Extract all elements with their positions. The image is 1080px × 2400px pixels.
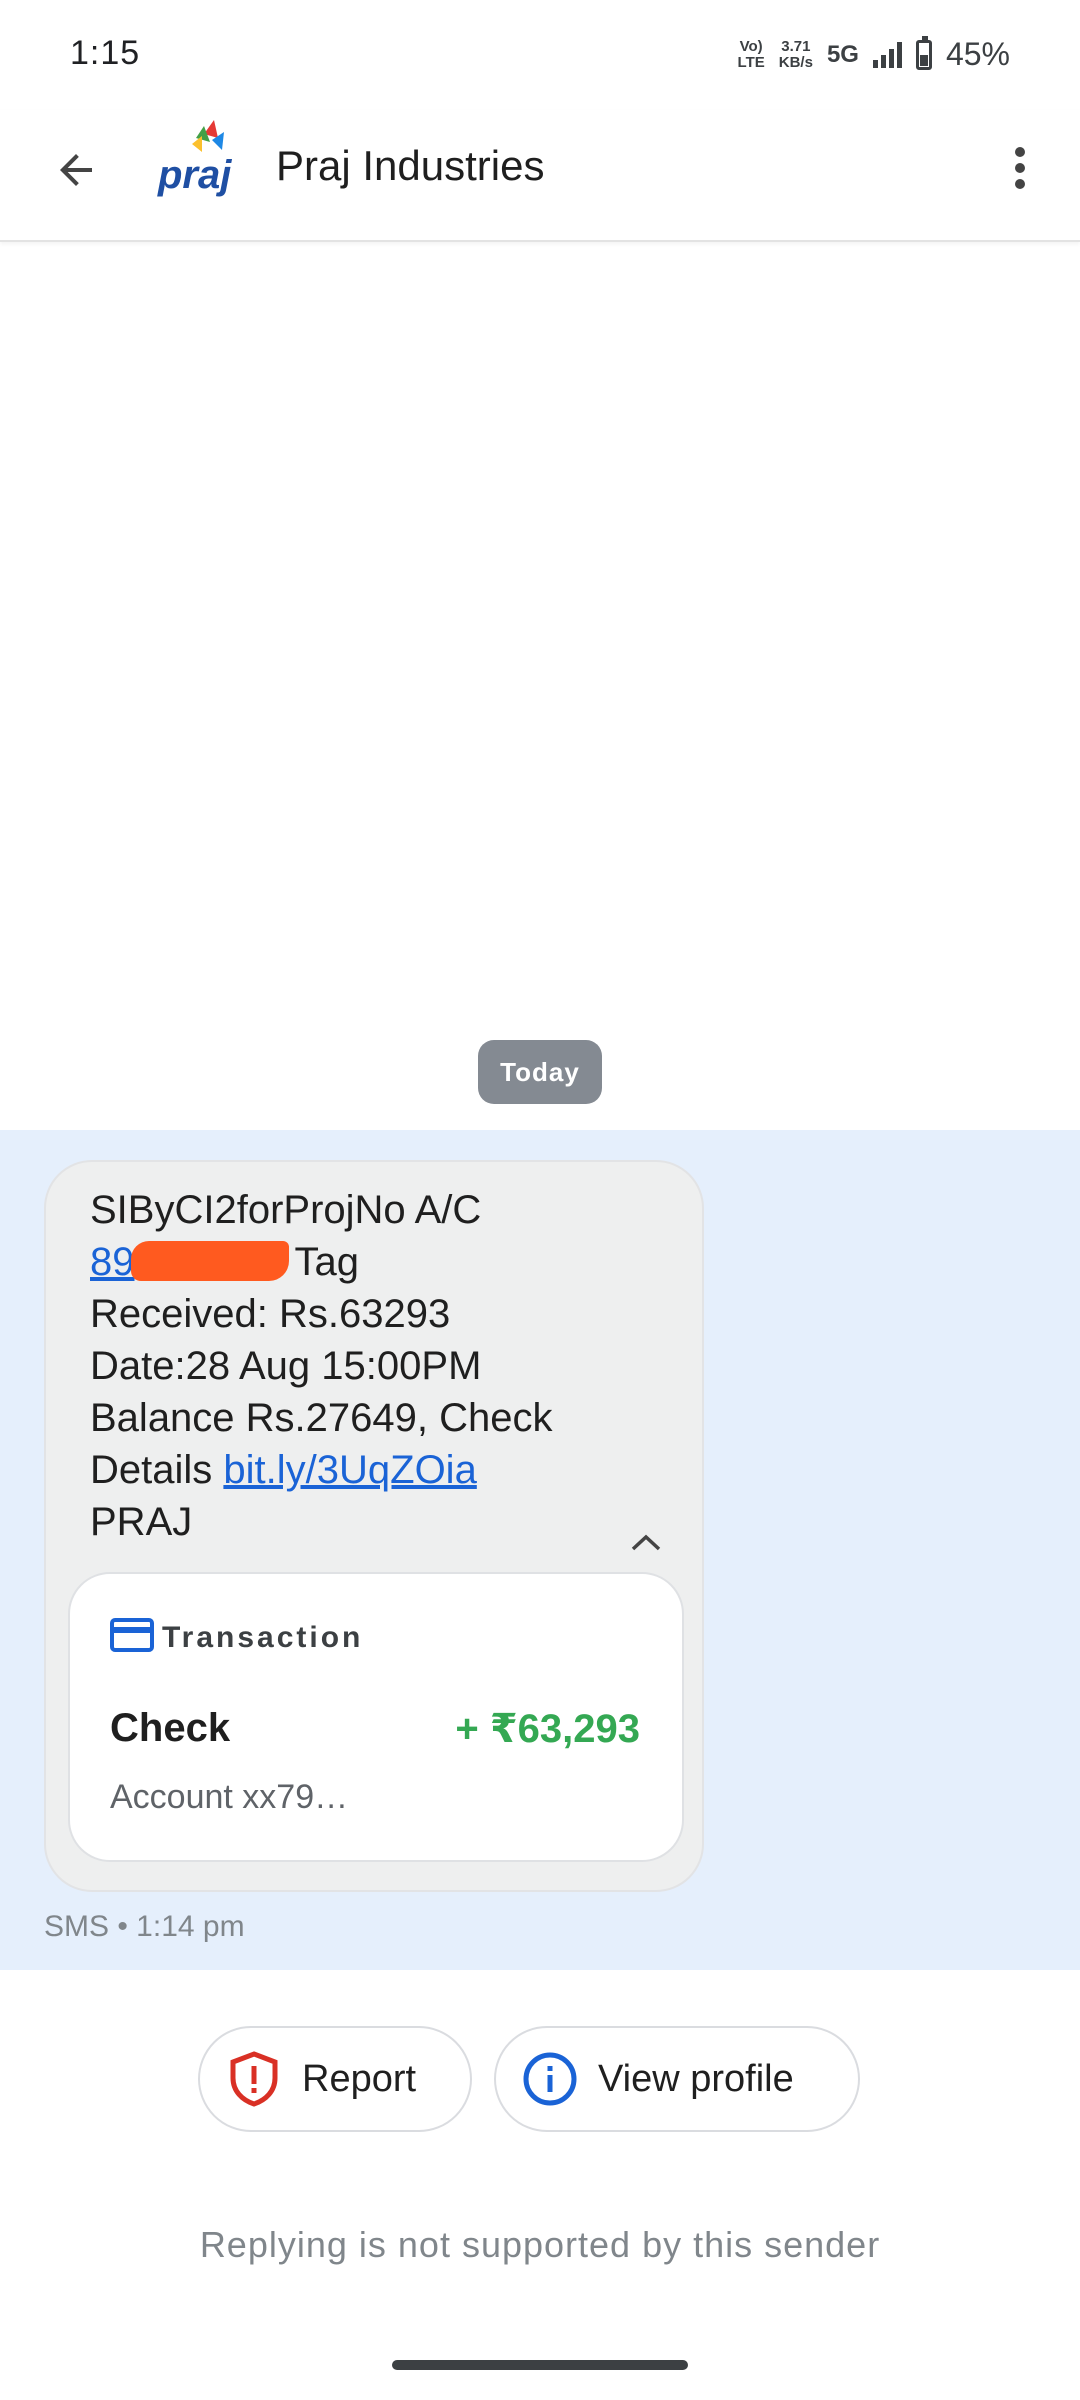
message-line: Details bit.ly/3UqZOia — [90, 1444, 650, 1496]
info-icon — [522, 2051, 578, 2107]
card-header: Transaction — [110, 1618, 363, 1657]
transaction-amount: + ₹63,293 — [455, 1707, 640, 1751]
chevron-up-icon[interactable] — [626, 1522, 666, 1562]
view-profile-label: View profile — [598, 2057, 794, 2100]
message-line: Received: Rs.63293 — [90, 1292, 451, 1336]
app-bar: praj Praj Industries — [0, 110, 1080, 242]
transaction-card[interactable]: Transaction Check + ₹63,293 Account xx79… — [68, 1572, 684, 1862]
redaction-mark — [130, 1241, 289, 1281]
speed-unit: KB/s — [778, 53, 813, 71]
message-text: SIByCI2forProjNo A/C 89 Tag Received: Rs.… — [90, 1184, 650, 1548]
transaction-account: Account xx79… — [110, 1778, 349, 1816]
message-line: Date:28 Aug 15:00PM — [90, 1344, 482, 1388]
praj-logo: praj — [156, 116, 246, 214]
volte-top: Vo) — [739, 37, 763, 55]
report-button[interactable]: Report — [198, 2026, 472, 2132]
reply-not-supported-note: Replying is not supported by this sender — [199, 2224, 881, 2265]
home-gesture-bar[interactable] — [392, 2360, 688, 2370]
speed-value: 3.71 — [781, 37, 811, 55]
transaction-name: Check — [110, 1706, 231, 1750]
card-header-label: Transaction — [162, 1620, 364, 1654]
message-meta: SMS • 1:14 pm — [44, 1910, 245, 1943]
battery-percent: 45% — [945, 36, 1010, 72]
message-line: SIByCI2forProjNo A/C — [90, 1188, 482, 1232]
message-line: 89 Tag — [90, 1236, 650, 1288]
message-region: SIByCI2forProjNo A/C 89 Tag Received: Rs.… — [0, 1130, 1080, 1970]
report-label: Report — [302, 2057, 417, 2100]
volte-bottom: LTE — [737, 53, 765, 71]
arrow-back-icon[interactable] — [44, 138, 108, 202]
account-number-link[interactable]: 89 — [90, 1240, 135, 1284]
date-chip: Today — [478, 1040, 602, 1104]
status-bar: 1:15 Vo) LTE 3.71 KB/s 5G 45% — [0, 0, 1080, 110]
credit-card-icon — [110, 1618, 154, 1657]
message-bubble[interactable]: SIByCI2forProjNo A/C 89 Tag Received: Rs.… — [44, 1160, 704, 1892]
battery-icon — [915, 35, 932, 70]
more-vert-icon[interactable] — [988, 136, 1052, 200]
message-link[interactable]: bit.ly/3UqZOia — [223, 1448, 476, 1492]
status-icons: Vo) LTE 3.71 KB/s 5G 45% — [737, 35, 1010, 73]
view-profile-button[interactable]: View profile — [494, 2026, 860, 2132]
message-line: Balance Rs.27649, Check — [90, 1396, 553, 1440]
conversation-title: Praj Industries — [276, 142, 545, 189]
status-time: 1:15 — [70, 34, 141, 72]
network-type: 5G — [826, 40, 859, 68]
data-speed: 3.71 KB/s — [778, 37, 813, 71]
shield-alert-icon — [226, 2051, 282, 2107]
message-line: PRAJ — [90, 1500, 193, 1544]
svg-text:praj: praj — [157, 153, 232, 197]
message-fragment: Details — [90, 1448, 213, 1492]
message-fragment: Tag — [294, 1240, 360, 1284]
signal-icon — [872, 41, 902, 68]
volte-indicator: Vo) LTE — [737, 37, 765, 71]
